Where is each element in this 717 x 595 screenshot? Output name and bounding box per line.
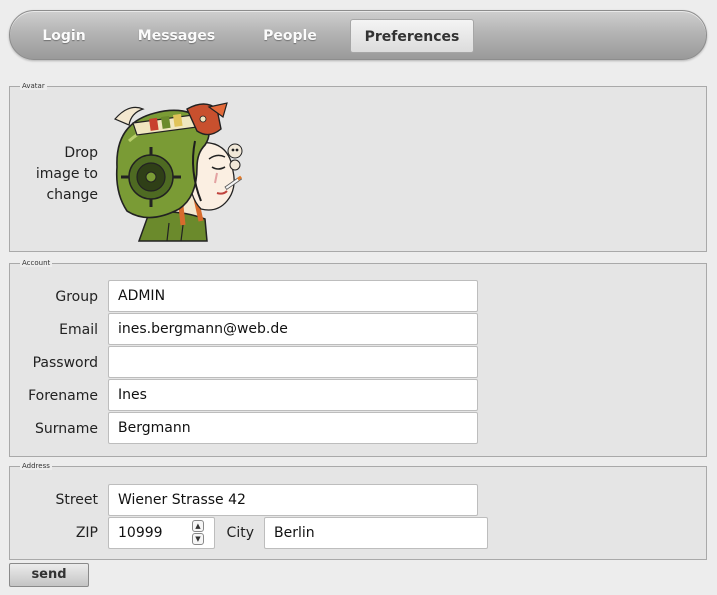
surname-field[interactable]: Bergmann xyxy=(108,412,478,444)
street-field[interactable]: Wiener Strasse 42 xyxy=(108,484,478,516)
surname-label: Surname xyxy=(35,421,98,437)
password-field[interactable] xyxy=(108,346,478,378)
avatar-image[interactable] xyxy=(109,101,249,243)
avatar-legend: Avatar xyxy=(20,82,47,90)
forename-field[interactable]: Ines xyxy=(108,379,478,411)
nav-messages[interactable]: Messages xyxy=(125,19,228,53)
street-label: Street xyxy=(55,492,98,508)
avatar-fieldset: Avatar Drop image to change xyxy=(9,82,707,252)
top-navigation-bar: Login Messages People Preferences xyxy=(9,10,707,60)
chevron-down-icon: ▼ xyxy=(195,535,201,543)
city-label: City xyxy=(226,525,254,541)
account-fieldset: Account Group ADMIN Email ines.bergmann@… xyxy=(9,259,707,457)
zip-label: ZIP xyxy=(75,525,98,541)
email-label: Email xyxy=(59,322,98,338)
zip-decrement-button[interactable]: ▼ xyxy=(192,533,204,545)
zip-value: 10999 xyxy=(118,525,163,541)
forename-label: Forename xyxy=(28,388,98,404)
nav-people[interactable]: People xyxy=(255,19,325,53)
send-button[interactable]: send xyxy=(9,563,89,587)
zip-increment-button[interactable]: ▲ xyxy=(192,520,204,532)
address-fieldset: Address Street Wiener Strasse 42 ZIP 109… xyxy=(9,462,707,560)
nav-preferences[interactable]: Preferences xyxy=(350,19,474,53)
city-field[interactable]: Berlin xyxy=(264,517,488,549)
drop-text-line-1: Drop xyxy=(64,145,98,161)
group-field[interactable]: ADMIN xyxy=(108,280,478,312)
account-legend: Account xyxy=(20,259,53,267)
email-field[interactable]: ines.bergmann@web.de xyxy=(108,313,478,345)
nav-login[interactable]: Login xyxy=(30,19,98,53)
avatar-illustration-icon xyxy=(114,102,243,242)
chevron-up-icon: ▲ xyxy=(195,522,201,530)
drop-image-hint: Drop image to change xyxy=(30,143,98,206)
password-label: Password xyxy=(32,355,98,371)
drop-text-line-3: change xyxy=(46,187,98,203)
address-legend: Address xyxy=(20,462,52,470)
drop-text-line-2: image to xyxy=(35,166,98,182)
group-label: Group xyxy=(55,289,98,305)
